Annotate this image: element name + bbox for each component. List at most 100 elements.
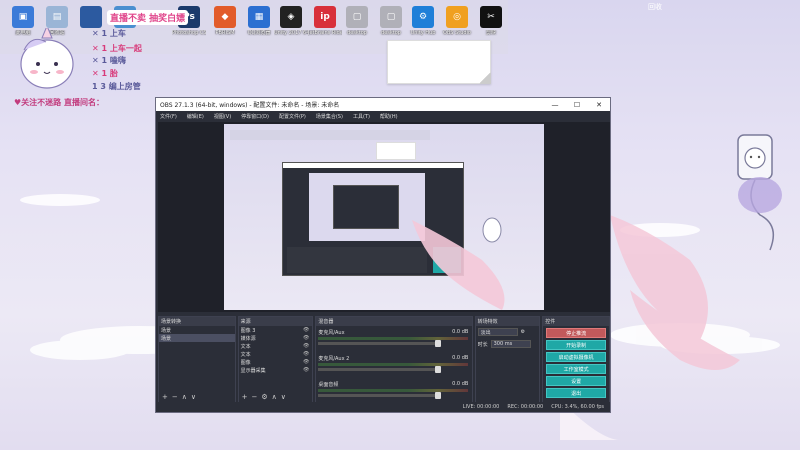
app-icon: ✂	[480, 6, 502, 28]
desktop-shortcut-8[interactable]: ip JetBrains Rider	[308, 6, 342, 36]
mixer-channel-name: 桌面音频	[318, 382, 339, 388]
desktop-shortcut-label: desktop	[347, 30, 367, 36]
obs-menu-item[interactable]: 视图(V)	[214, 113, 231, 120]
sources-list: 图像 3 👁 媒体源 👁 文本 👁 文本 👁 图像 👁 显示器采集 👁	[239, 326, 313, 374]
stream-overlay-title: 直播不卖 抽奖白嫖	[107, 10, 189, 25]
visibility-eye-icon[interactable]: 👁	[303, 343, 309, 349]
visibility-eye-icon[interactable]: 👁	[303, 351, 309, 357]
desktop-shortcut-12[interactable]: ◎ OBS Studio	[440, 6, 474, 36]
source-item[interactable]: 图像 3 👁	[239, 326, 313, 334]
app-icon: ⚙	[412, 6, 434, 28]
source-name: 显示器采集	[240, 367, 266, 374]
app-icon: ip	[314, 6, 336, 28]
mixer-channel: 麦克风/Aux 0.0 dB	[318, 329, 469, 347]
volume-meter	[318, 389, 469, 392]
mixer-channel-name: 麦克风/Aux 2	[318, 356, 350, 362]
sources-dock: 来源 图像 3 👁 媒体源 👁 文本 👁 文本 👁 图像 👁 显示器采集 👁 +−⚙∧∨	[237, 316, 314, 404]
source-item[interactable]: 媒体源 👁	[239, 334, 313, 342]
desktop-shortcut-11[interactable]: ⚙ Unity Hub	[406, 6, 440, 36]
volume-slider[interactable]	[318, 340, 442, 347]
control-button[interactable]: 设置	[546, 376, 606, 386]
duration-label: 时长	[477, 341, 488, 348]
source-item[interactable]: 文本 👁	[239, 350, 313, 358]
control-button[interactable]: 退出	[546, 388, 606, 398]
app-icon: ▤	[46, 6, 68, 28]
obs-menubar: 文件(F) 编辑(E) 视图(V) 停靠窗口(D) 配置文件(P) 场景集合(S) 工具(T…	[156, 111, 610, 121]
app-icon: ▣	[12, 6, 34, 28]
source-name: 文本	[240, 343, 251, 350]
volume-slider[interactable]	[318, 366, 442, 373]
mixer-dock-title: 混音器	[316, 317, 472, 326]
minimize-icon[interactable]: —	[544, 101, 566, 109]
volume-meter	[318, 363, 469, 366]
obs-menu-item[interactable]: 工具(T)	[353, 113, 370, 120]
source-controls[interactable]: +−⚙∧∨	[242, 393, 290, 401]
obs-statusbar: LIVE: 00:00:00 REC: 00:00:00 CPU: 3.4%, …	[156, 402, 610, 412]
desktop-recycle-label[interactable]: 回收	[648, 2, 662, 12]
source-name: 文本	[240, 351, 251, 358]
stream-task-item: ✕ 1 胎	[92, 69, 118, 78]
obs-menu-item[interactable]: 配置文件(P)	[279, 113, 306, 120]
scenes-dock-title: 场景转换	[159, 317, 235, 326]
control-button[interactable]: 工作室模式	[546, 364, 606, 374]
app-icon: ▢	[346, 6, 368, 28]
controls-buttons: 停止推流开始录制启动虚拟摄像机 工作室模式设置退出	[543, 328, 609, 398]
desktop-shortcut-7[interactable]: ◈ Unity 2017 64-bit	[274, 6, 308, 36]
desktop-shortcut-5[interactable]: ◆ PBRISM	[208, 6, 242, 36]
desktop-shortcut-label: JetBrains Rider	[308, 30, 342, 36]
control-button[interactable]: 停止推流	[546, 328, 606, 338]
obs-menu-item[interactable]: 帮助(H)	[380, 113, 398, 120]
mixer-channel-db: 0.0 dB	[452, 381, 469, 387]
desktop-note-card	[387, 40, 491, 84]
visibility-eye-icon[interactable]: 👁	[303, 359, 309, 365]
desktop-shortcut-label: OBS Studio	[443, 30, 471, 36]
visibility-eye-icon[interactable]: 👁	[303, 327, 309, 333]
gear-icon[interactable]: ⚙	[521, 329, 525, 335]
obs-menu-item[interactable]: 编辑(E)	[187, 113, 204, 120]
obs-preview-area[interactable]	[158, 122, 610, 312]
transition-duration-field[interactable]: 300 ms	[490, 340, 531, 348]
obs-title-text: OBS 27.1.3 (64-bit, windows) - 配置文件: 未命名…	[160, 102, 340, 109]
desktop-shortcut-label: Photoshop CS6	[172, 30, 206, 36]
control-button[interactable]: 开始录制	[546, 340, 606, 350]
desktop-shortcut-label: QQ浏览器	[247, 30, 271, 36]
obs-window: OBS 27.1.3 (64-bit, windows) - 配置文件: 未命名…	[155, 97, 611, 413]
obs-menu-item[interactable]: 场景集合(S)	[316, 113, 343, 120]
scene-controls[interactable]: +−∧∨	[162, 393, 200, 401]
transition-type-select[interactable]: 淡出	[477, 328, 518, 336]
scenes-dock: 场景转换 场景 场景 +−∧∨	[158, 316, 236, 404]
stream-task-item: 1 3 编上房管	[92, 82, 141, 91]
volume-slider[interactable]	[318, 392, 442, 399]
mixer-dock: 混音器 麦克风/Aux 0.0 dB 麦克风/Aux 2 0.0 dB 桌面音频 0.0 …	[315, 316, 473, 404]
stream-task-item: ✕ 1 上车一起	[92, 44, 142, 53]
obs-menu-item[interactable]: 文件(F)	[160, 113, 177, 120]
desktop-shortcut-10[interactable]: ▢ desktop	[374, 6, 408, 36]
desktop-shortcut-label: 剪映	[485, 30, 496, 36]
source-item[interactable]: 显示器采集 👁	[239, 366, 313, 374]
desktop-shortcut-2[interactable]	[74, 6, 108, 30]
app-icon: ◆	[214, 6, 236, 28]
obs-preview-canvas	[224, 124, 544, 310]
visibility-eye-icon[interactable]: 👁	[303, 367, 309, 373]
source-item[interactable]: 图像 👁	[239, 358, 313, 366]
app-icon: ▦	[248, 6, 270, 28]
visibility-eye-icon[interactable]: 👁	[303, 335, 309, 341]
scene-item[interactable]: 场景	[159, 334, 235, 342]
app-icon: ◈	[280, 6, 302, 28]
live-time: LIVE: 00:00:00	[462, 404, 500, 410]
source-name: 图像 3	[240, 327, 256, 334]
app-icon	[80, 6, 102, 28]
maximize-icon[interactable]: ☐	[566, 101, 588, 109]
desktop-shortcut-6[interactable]: ▦ QQ浏览器	[242, 6, 276, 36]
desktop-shortcut-9[interactable]: ▢ desktop	[340, 6, 374, 36]
volume-meter	[318, 337, 469, 340]
rec-time: REC: 00:00:00	[507, 404, 544, 410]
controls-dock: 控件 停止推流 开始录制 启动虚拟摄像机 工作室模式 设置 退出	[542, 316, 610, 404]
control-button[interactable]: 启动虚拟摄像机	[546, 352, 606, 362]
stream-task-item: ✕ 1 上车	[92, 29, 126, 38]
close-icon[interactable]: ✕	[588, 101, 610, 109]
desktop-shortcut-13[interactable]: ✂ 剪映	[474, 6, 508, 36]
mixer-channel: 麦克风/Aux 2 0.0 dB	[318, 355, 469, 373]
obs-menu-item[interactable]: 停靠窗口(D)	[241, 113, 269, 120]
source-item[interactable]: 文本 👁	[239, 342, 313, 350]
